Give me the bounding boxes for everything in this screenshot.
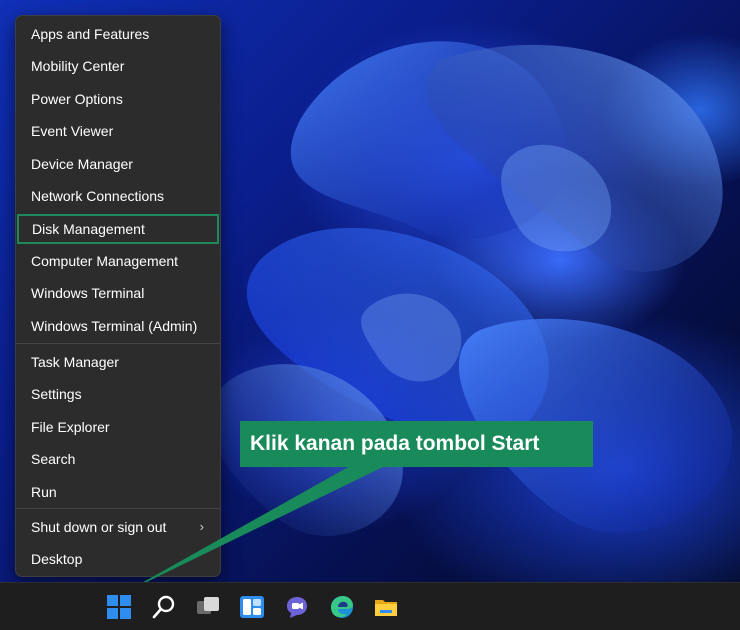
callout-pointer [122, 466, 385, 594]
instruction-callout: Klik kanan pada tombol Start [240, 421, 593, 467]
start-icon[interactable] [105, 593, 133, 621]
edge-icon[interactable] [328, 593, 356, 621]
widgets-icon[interactable] [238, 593, 266, 621]
task-view-icon[interactable] [194, 593, 222, 621]
teams-chat-icon[interactable] [283, 593, 311, 621]
file-explorer-icon[interactable] [372, 593, 400, 621]
taskbar [0, 582, 740, 630]
search-icon[interactable] [150, 593, 178, 621]
